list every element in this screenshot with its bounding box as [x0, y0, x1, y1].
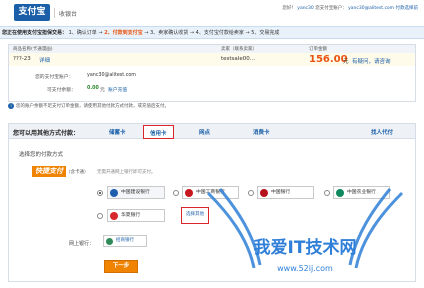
balance-label: 可支付余额：: [47, 88, 76, 93]
tabs-lead: 您可以用其他方式付款：: [13, 130, 80, 137]
cmb-logo-icon: [106, 238, 113, 245]
order-row: ???-23 详细 testsale00... 156.00 元 有疑问，请咨询: [9, 53, 415, 66]
tab-debit-card[interactable]: 储蓄卡: [109, 128, 126, 136]
balance-unit: 元: [100, 88, 105, 93]
username-link[interactable]: yanc30: [297, 6, 313, 11]
next-step-button[interactable]: 下一步: [104, 260, 138, 273]
col-total: 订单金额: [309, 47, 327, 52]
bank-name: 中国工商银行: [196, 190, 225, 195]
choose-other-bank-button[interactable]: 选择其他: [181, 207, 209, 224]
alipay-logo[interactable]: 支付宝: [14, 4, 50, 21]
bank-option-ccb[interactable]: 中国建设银行: [107, 186, 165, 199]
account-label: 您支付宝账户：: [315, 6, 347, 11]
account-summary: 您的支付宝账户： yanc30@alitest.com 可支付余额： 0.00 …: [8, 66, 416, 102]
bank-name: 中国农业银行: [347, 190, 376, 195]
bank-radio-boc[interactable]: [248, 190, 254, 196]
bank-option-icbc[interactable]: 中国工商银行: [182, 186, 239, 199]
insufficient-balance-notice: i 您的账户余额不足支付订单金额，请使用其他付款方式付款，或充值后支付。: [8, 103, 169, 109]
bank-radio-ccb[interactable]: [97, 190, 103, 196]
item-name: ???-23: [13, 56, 31, 62]
bank-option-abc[interactable]: 中国农业银行: [333, 186, 390, 199]
user-bar: 您好！ yanc30 您支付宝账户： yanc30@alitest.com 付款…: [282, 5, 418, 11]
bank-name: 中国建设银行: [121, 190, 150, 195]
quick-pay-desc: 无需开通网上银行即可支付。: [97, 170, 156, 175]
bank-option-hxb[interactable]: 华夏银行: [107, 209, 165, 222]
logo-divider: [54, 8, 55, 18]
order-table: 商品名称(卡通漫画) 卖家（联系卖家） 订单金额 ???-23 详细 tests…: [8, 44, 416, 66]
col-seller: 卖家（联系卖家）: [221, 47, 257, 52]
boc-logo-icon: [260, 189, 268, 197]
ccb-logo-icon: [110, 189, 118, 197]
step-arrow: →: [189, 30, 195, 36]
account-value: yanc30@alitest.com: [87, 73, 136, 78]
recharge-link[interactable]: 账户充值: [108, 86, 127, 93]
info-icon: i: [8, 103, 14, 109]
bank-radio-abc[interactable]: [324, 190, 330, 196]
price-unit: 元: [343, 59, 349, 65]
step-seller-confirm: 3、卖家确认收货: [150, 30, 189, 36]
bank-panel: 选择您的付款方式 快捷支付 （含卡通） 无需开通网上银行即可支付。 中国建设银行…: [8, 139, 416, 282]
tab-credit-card[interactable]: 信用卡: [143, 125, 174, 139]
seller-name: testsale00...: [221, 56, 255, 62]
bank-radio-hxb[interactable]: [97, 213, 103, 219]
bank-name: 华夏银行: [121, 213, 141, 218]
quick-pay-sub: （含卡通）: [66, 170, 89, 175]
notice-text: 您的账户余额不足支付订单金额，请使用其他付款方式付款，或充值后支付。: [16, 104, 169, 109]
bank-radio-icbc[interactable]: [173, 190, 179, 196]
balance-value: 0.00: [87, 86, 99, 91]
abc-logo-icon: [336, 189, 344, 197]
account-label: 您的支付宝账户：: [35, 75, 74, 80]
quick-pay-badge: 快捷支付: [32, 166, 66, 177]
step-complete: 5、交易完成: [251, 30, 280, 36]
price-help-link[interactable]: 有疑问，请咨询: [352, 57, 391, 65]
col-item-name: 商品名称(卡通漫画): [13, 47, 53, 52]
step-arrow: →: [98, 30, 103, 36]
bank-option-boc[interactable]: 中国银行: [257, 186, 314, 199]
icbc-logo-icon: [185, 189, 193, 197]
progress-steps: 您正在使用支付宝担保交易： 1、确认订单 → 2、付款到支付宝 → 3、卖家确认…: [0, 26, 424, 39]
tab-pay-for-me[interactable]: 找人代付: [371, 128, 393, 136]
tab-consumer-card[interactable]: 消费卡: [253, 128, 270, 136]
payment-tabs: 您可以用其他方式付款： 储蓄卡 信用卡 网点 消费卡 找人代付: [8, 123, 416, 139]
step-confirm-order: 1、确认订单: [68, 30, 97, 36]
step-arrow: →: [144, 30, 149, 36]
header: 支付宝 收银台 您好！ yanc30 您支付宝账户： yanc30@alites…: [0, 0, 424, 26]
account-suffix-link[interactable]: 付款选择前: [396, 6, 419, 11]
cashier-title: 收银台: [59, 11, 78, 18]
bank-name: 中国银行: [271, 190, 291, 195]
step-pay-alipay: 2、付款到支付宝: [104, 30, 143, 36]
step-alipay-pay-seller: 4、支付宝付款给卖家: [195, 30, 244, 36]
steps-lead: 您正在使用支付宝担保交易：: [2, 30, 68, 36]
choose-method-title: 选择您的付款方式: [19, 152, 64, 158]
greeting: 您好！: [282, 6, 296, 11]
tab-outlet[interactable]: 网点: [199, 128, 210, 136]
online-bank-name: 招商银行: [116, 238, 134, 243]
hxb-logo-icon: [110, 212, 118, 220]
item-detail-link[interactable]: 详细: [39, 56, 50, 64]
order-header-row: 商品名称(卡通漫画) 卖家（联系卖家） 订单金额: [9, 45, 415, 53]
order-price: 156.00: [309, 54, 348, 65]
account-email-link[interactable]: yanc30@alitest.com: [348, 6, 394, 11]
step-arrow: →: [245, 30, 250, 36]
online-bank-label: 网上银行：: [69, 241, 95, 247]
online-bank-cmb[interactable]: 招商银行: [103, 235, 147, 247]
